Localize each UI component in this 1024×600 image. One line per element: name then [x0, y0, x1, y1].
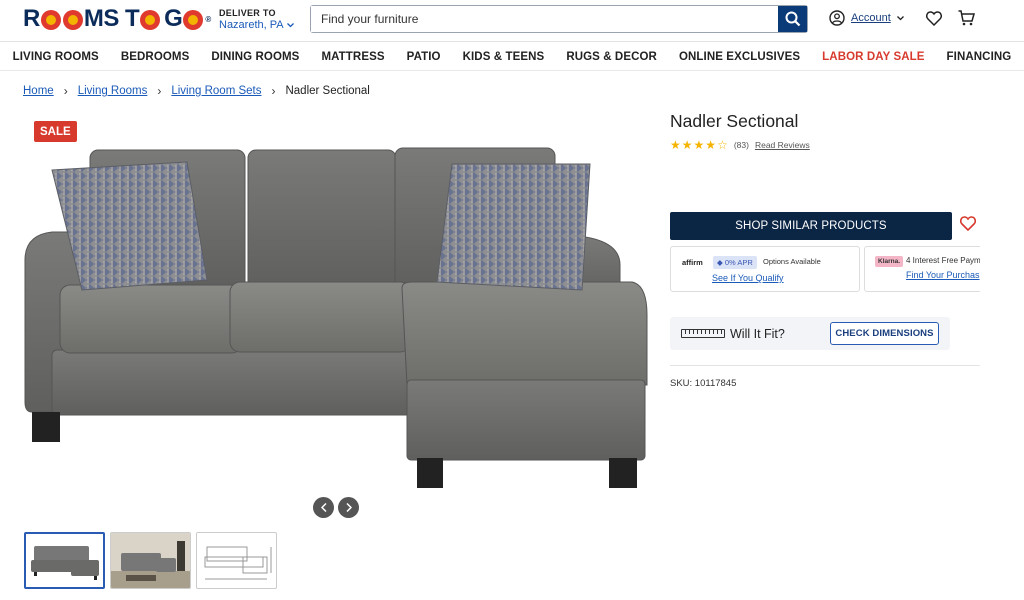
check-dimensions-button[interactable]: CHECK DIMENSIONS	[830, 322, 939, 345]
thumbnail-dimensions[interactable]	[196, 532, 277, 589]
site-header: RMS TG® DELIVER TO Nazareth, PA Account	[0, 0, 1024, 42]
product-rating: ★ ★ ★ ★ ☆ (83) Read Reviews	[670, 138, 810, 152]
cart-button[interactable]	[958, 10, 975, 31]
chevron-right-icon: ›	[271, 84, 276, 98]
deliver-location[interactable]: Nazareth, PA	[219, 19, 294, 31]
star-filled-icon: ★	[681, 138, 693, 152]
will-it-fit-panel: Will It Fit? CHECK DIMENSIONS	[670, 317, 950, 350]
carousel-prev-button[interactable]	[313, 497, 334, 518]
search-bar	[310, 5, 808, 33]
cart-icon	[958, 10, 975, 26]
product-sku: SKU: 10117845	[670, 378, 737, 389]
nav-item-rugs-decor[interactable]: RUGS & DECOR	[555, 43, 668, 70]
chevron-right-icon: ›	[157, 84, 162, 98]
carousel-next-button[interactable]	[338, 497, 359, 518]
account-label: Account	[851, 12, 891, 24]
shop-similar-button[interactable]: SHOP SIMILAR PRODUCTS	[670, 212, 952, 240]
affirm-logo: affirm	[682, 258, 703, 267]
heart-icon	[926, 11, 942, 27]
ruler-icon	[681, 329, 725, 338]
divider	[670, 365, 980, 366]
breadcrumb: Home › Living Rooms › Living Room Sets ›…	[23, 84, 370, 98]
account-menu[interactable]: Account	[829, 10, 904, 26]
deliver-label: DELIVER TO	[219, 8, 276, 18]
star-empty-icon: ☆	[717, 138, 728, 152]
review-count: (83)	[733, 140, 749, 150]
breadcrumb-living-room-sets[interactable]: Living Room Sets	[171, 85, 261, 97]
chevron-down-icon	[286, 22, 294, 27]
chevron-left-icon	[320, 503, 327, 512]
nav-item-patio[interactable]: PATIO	[396, 43, 452, 70]
nav-item-online-exclusives[interactable]: ONLINE EXCLUSIVES	[668, 43, 811, 70]
tag-icon: ◆	[717, 258, 725, 267]
will-it-fit-label: Will It Fit?	[730, 327, 785, 341]
apr-badge: ◆ 0% APR	[713, 256, 757, 269]
nav-item-kids-teens[interactable]: KIDS & TEENS	[452, 43, 556, 70]
breadcrumb-home[interactable]: Home	[23, 85, 54, 97]
breadcrumb-current: Nadler Sectional	[285, 85, 370, 97]
deliver-to[interactable]: DELIVER TO Nazareth, PA	[219, 7, 294, 31]
klarna-financing-card: Klarna. 4 Interest Free Paym Find Your P…	[864, 246, 980, 292]
chevron-down-icon	[896, 15, 904, 20]
user-icon	[829, 10, 845, 26]
breadcrumb-living-rooms[interactable]: Living Rooms	[78, 85, 148, 97]
thumbnail-room-scene[interactable]	[110, 532, 191, 589]
site-logo[interactable]: R MS T G ®	[23, 5, 211, 32]
chevron-right-icon: ›	[63, 84, 68, 98]
heart-icon	[959, 216, 977, 232]
add-to-favorites-button[interactable]	[959, 216, 977, 236]
thumbnail-strip	[24, 532, 277, 589]
affirm-options-text: Options Available	[763, 257, 821, 266]
nav-item-bedrooms[interactable]: BEDROOMS	[110, 43, 201, 70]
search-icon	[785, 11, 800, 27]
chevron-right-icon	[345, 503, 352, 512]
nav-item-financing[interactable]: FINANCING	[936, 43, 1023, 70]
sale-badge: SALE	[34, 121, 77, 142]
search-input[interactable]	[311, 6, 778, 32]
image-carousel-arrows	[313, 497, 359, 518]
nav-item-mattress[interactable]: MATTRESS	[310, 43, 395, 70]
search-button[interactable]	[778, 6, 807, 32]
klarna-text: 4 Interest Free Paym	[906, 256, 980, 265]
star-filled-icon: ★	[670, 138, 681, 152]
star-filled-icon: ★	[693, 138, 705, 152]
financing-options: affirm ◆ 0% APR Options Available See If…	[670, 246, 980, 292]
nav-item-labor-day-sale[interactable]: LABOR DAY SALE	[811, 43, 935, 70]
find-your-purchase-link[interactable]: Find Your Purchas	[906, 270, 980, 280]
read-reviews-link[interactable]: Read Reviews	[755, 140, 810, 150]
nav-item-dining-rooms[interactable]: DINING ROOMS	[200, 43, 310, 70]
product-image[interactable]	[22, 140, 652, 495]
main-nav: LIVING ROOMS BEDROOMS DINING ROOMS MATTR…	[0, 43, 1024, 71]
klarna-logo: Klarna.	[875, 256, 904, 267]
affirm-financing-card: affirm ◆ 0% APR Options Available See If…	[670, 246, 860, 292]
nav-item-living-rooms[interactable]: LIVING ROOMS	[2, 43, 110, 70]
product-title: Nadler Sectional	[670, 111, 799, 131]
see-if-you-qualify-link[interactable]: See If You Qualify	[712, 273, 784, 283]
wishlist-button[interactable]	[926, 11, 942, 31]
star-filled-icon: ★	[705, 138, 717, 152]
thumbnail-sofa[interactable]	[24, 532, 105, 589]
